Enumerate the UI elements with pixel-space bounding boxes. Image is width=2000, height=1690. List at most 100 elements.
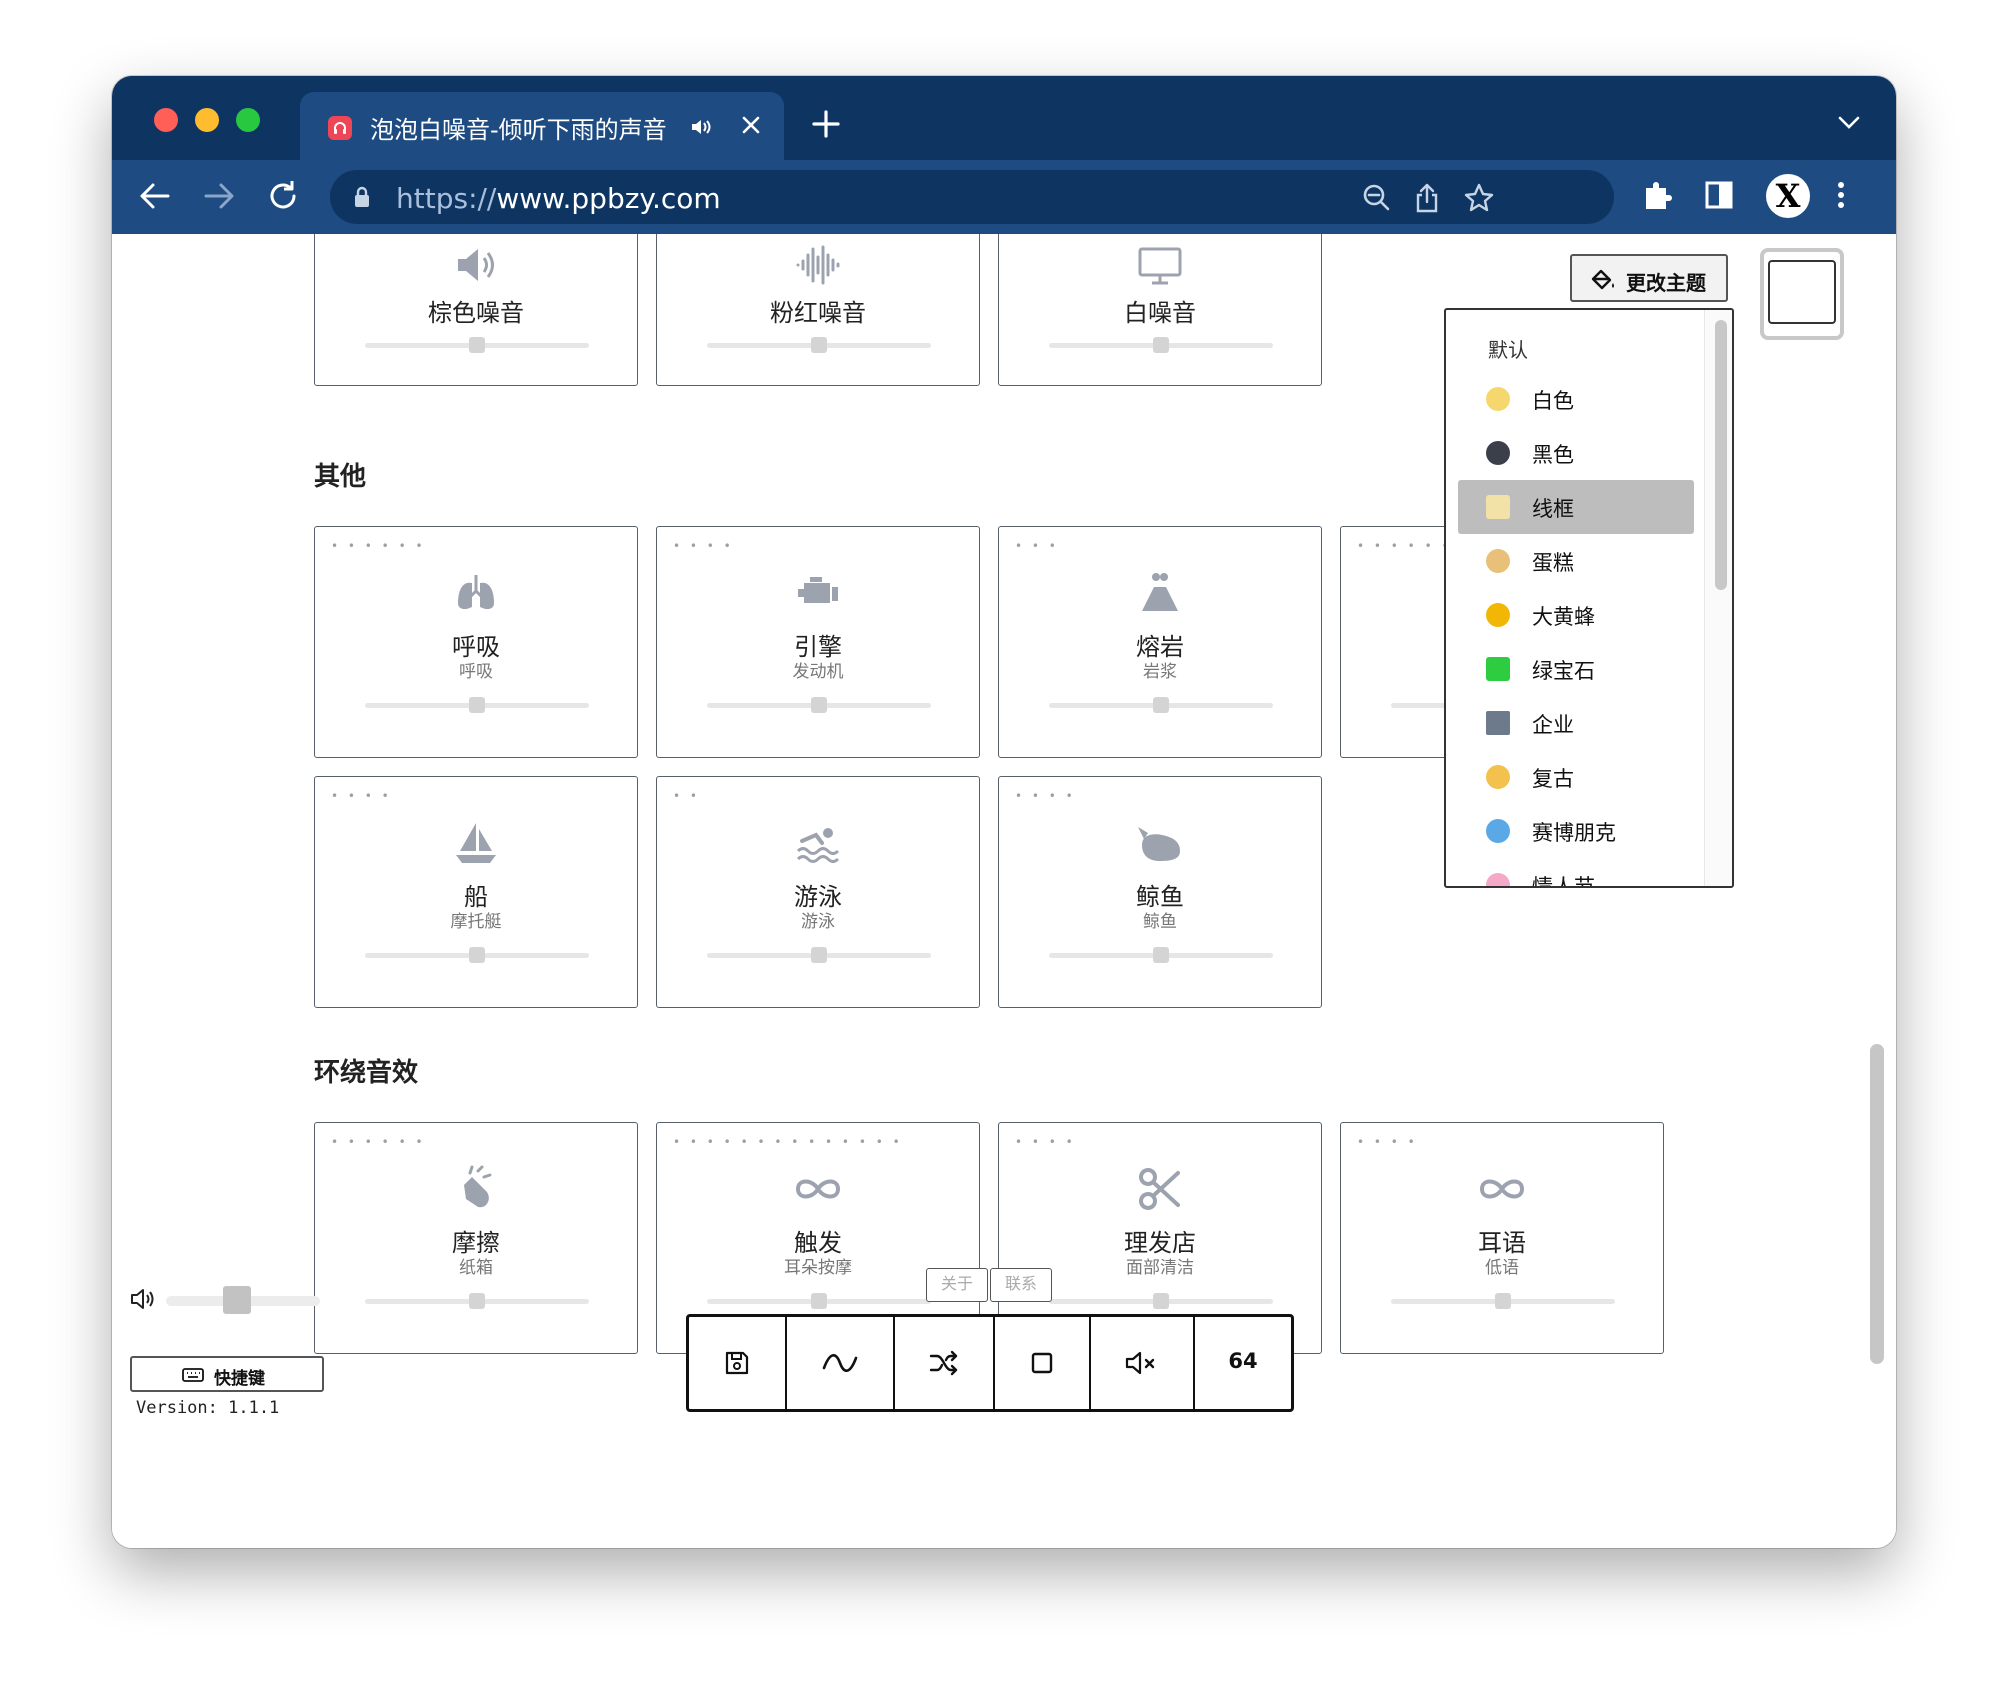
theme-option-default[interactable]: 默认 [1488, 334, 1528, 363]
sparkle-emoji-icon [1486, 657, 1510, 681]
sound-card[interactable]: 棕色噪音 [314, 234, 638, 386]
theme-option[interactable]: 情人节 [1458, 858, 1694, 888]
close-window-button[interactable] [154, 108, 178, 132]
bee-emoji-icon [1486, 603, 1510, 627]
url-text[interactable]: https://www.ppbzy.com [396, 182, 721, 215]
theme-option-label: 线框 [1532, 497, 1574, 521]
volume-slider-thumb[interactable] [469, 947, 485, 963]
volume-slider-thumb[interactable] [1495, 1293, 1511, 1309]
card-dots: • • • • [1015, 1135, 1076, 1149]
new-tab-icon[interactable] [812, 110, 840, 138]
zoom-icon[interactable] [1362, 183, 1390, 211]
card-subtitle: 岩浆 [1143, 662, 1177, 682]
theme-option[interactable]: 黑色 [1458, 426, 1694, 480]
sound-card[interactable]: • • • • • • 摩擦 纸箱 [314, 1122, 638, 1354]
theme-option-label: 大黄蜂 [1532, 605, 1595, 629]
volume-slider-thumb[interactable] [1153, 1293, 1169, 1309]
hands-clapping-icon [464, 1165, 492, 1208]
back-arrow-icon[interactable] [138, 178, 172, 214]
sound-card[interactable]: • • • • 耳语 低语 [1340, 1122, 1664, 1354]
more-menu-icon[interactable] [1836, 178, 1846, 212]
volume-slider-thumb[interactable] [469, 337, 485, 353]
minimize-window-button[interactable] [195, 108, 219, 132]
theme-option[interactable]: 企业 [1458, 696, 1694, 750]
audio-playing-icon[interactable] [690, 118, 712, 136]
shortcuts-label: 快捷键 [214, 1369, 265, 1389]
robot-emoji-icon [1486, 819, 1510, 843]
shortcuts-button[interactable]: 快捷键 [130, 1356, 324, 1392]
wave-button[interactable] [787, 1317, 895, 1409]
smile-emoji-icon [1486, 387, 1510, 411]
scissors-icon [1139, 1168, 1180, 1210]
shuffle-button[interactable] [895, 1317, 995, 1409]
forward-arrow-icon[interactable] [202, 178, 236, 214]
about-link[interactable]: 关于 [926, 1268, 988, 1302]
side-panel-icon[interactable] [1704, 178, 1734, 212]
card-subtitle: 鲸鱼 [1143, 912, 1177, 932]
volume-slider-thumb[interactable] [1153, 697, 1169, 713]
sound-card[interactable]: • • • • 鲸鱼 鲸鱼 [998, 776, 1322, 1008]
sound-card[interactable]: 白噪音 [998, 234, 1322, 386]
theme-option[interactable]: 绿宝石 [1458, 642, 1694, 696]
volume-slider-thumb[interactable] [1153, 947, 1169, 963]
section-title-other: 其他 [314, 462, 367, 492]
card-subtitle: 呼吸 [459, 662, 493, 682]
timer-button[interactable]: 64 [1195, 1317, 1291, 1409]
card-dots: • • • • [1015, 789, 1076, 803]
paint-bucket-icon [1591, 269, 1614, 290]
mute-button[interactable] [1091, 1317, 1195, 1409]
sound-card[interactable]: • • • 熔岩 岩浆 [998, 526, 1322, 758]
master-volume-thumb[interactable] [222, 1286, 251, 1314]
waveform-icon [796, 245, 840, 285]
page-scrollbar-thumb[interactable] [1870, 1044, 1884, 1364]
cupcake-emoji-icon [1486, 549, 1510, 573]
lock-icon[interactable] [354, 186, 370, 208]
theme-option[interactable]: 复古 [1458, 750, 1694, 804]
sound-card[interactable]: • • • • 引擎 发动机 [656, 526, 980, 758]
card-dots: • • • [1015, 539, 1059, 553]
theme-option-label: 情人节 [1532, 875, 1595, 888]
reload-icon[interactable] [266, 178, 300, 214]
profile-avatar[interactable]: X [1766, 174, 1810, 218]
zoom-window-button[interactable] [236, 108, 260, 132]
share-icon[interactable] [1414, 183, 1440, 213]
card-subtitle: 发动机 [792, 662, 844, 682]
dropdown-scroll-thumb[interactable] [1715, 320, 1727, 590]
extensions-puzzle-icon[interactable] [1642, 178, 1674, 212]
browser-window: 泡泡白噪音-倾听下雨的声音 https://www.ppbzy.com X 棕色… [112, 76, 1896, 1548]
star-icon[interactable] [1464, 183, 1494, 213]
sound-card[interactable]: 粉红噪音 [656, 234, 980, 386]
theme-option[interactable]: 白色 [1458, 372, 1694, 426]
volume-slider-thumb[interactable] [1153, 337, 1169, 353]
sound-card[interactable]: • • • • 船 摩托艇 [314, 776, 638, 1008]
volume-slider-thumb[interactable] [811, 697, 827, 713]
elder-face-emoji-icon [1486, 765, 1510, 789]
theme-option-label: 绿宝石 [1532, 659, 1595, 683]
save-button[interactable] [689, 1317, 787, 1409]
sound-card[interactable]: • • • • • • 呼吸 呼吸 [314, 526, 638, 758]
card-dots: • • [673, 789, 700, 803]
stop-button[interactable] [995, 1317, 1091, 1409]
volume-slider-thumb[interactable] [469, 697, 485, 713]
volume-icon [131, 1289, 154, 1309]
chevron-down-icon[interactable] [1838, 116, 1860, 130]
dropdown-scrollbar[interactable] [1704, 310, 1732, 886]
theme-option-selected[interactable]: 线框 [1458, 480, 1694, 534]
browser-tab[interactable]: 泡泡白噪音-倾听下雨的声音 [300, 92, 784, 162]
theme-option[interactable]: 赛博朋克 [1458, 804, 1694, 858]
contact-link[interactable]: 联系 [990, 1268, 1052, 1302]
theme-option[interactable]: 大黄蜂 [1458, 588, 1694, 642]
theme-option-label: 赛博朋克 [1532, 821, 1616, 845]
theme-dropdown[interactable]: 默认 白色 黑色 线框 蛋糕 大黄蜂 绿宝石 企业 复古 赛博朋克 情人节 [1444, 308, 1734, 888]
volume-slider-thumb[interactable] [811, 947, 827, 963]
lungs-icon [458, 575, 494, 610]
volume-slider-thumb[interactable] [811, 1293, 827, 1309]
volume-slider-thumb[interactable] [469, 1293, 485, 1309]
sound-card[interactable]: • • 游泳 游泳 [656, 776, 980, 1008]
change-theme-button[interactable]: 更改主题 [1570, 254, 1728, 302]
volume-slider-thumb[interactable] [811, 337, 827, 353]
address-bar[interactable]: https://www.ppbzy.com [330, 170, 1614, 224]
theme-option[interactable]: 蛋糕 [1458, 534, 1694, 588]
theme-preview-swatch[interactable] [1760, 248, 1844, 340]
close-tab-icon[interactable] [740, 114, 762, 136]
